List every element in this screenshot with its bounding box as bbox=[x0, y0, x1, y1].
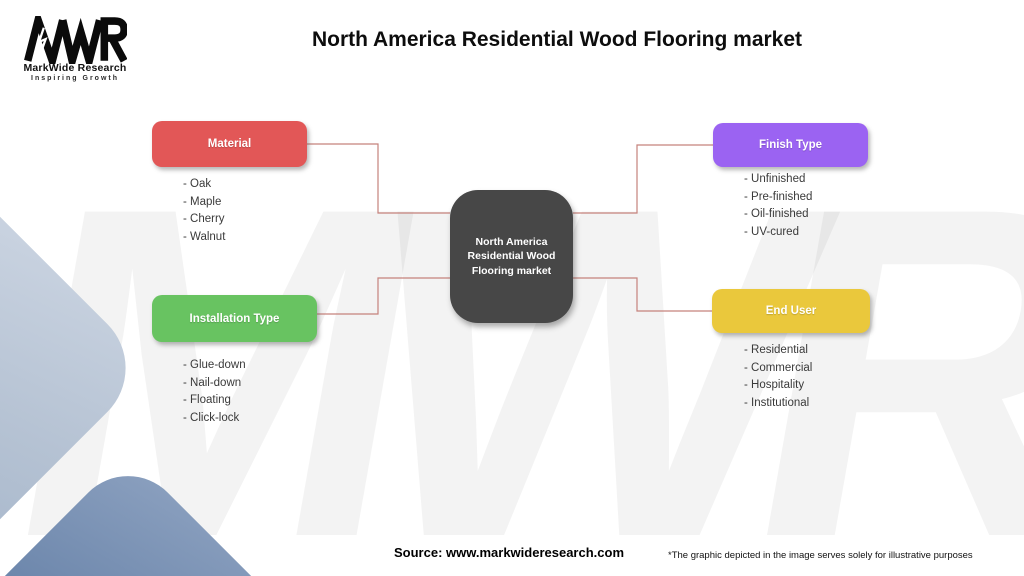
connector-end-user bbox=[573, 277, 712, 312]
connector-material bbox=[307, 143, 450, 214]
segment-list-item: - Pre-finished bbox=[744, 190, 813, 203]
segment-list-item: - Oak bbox=[183, 178, 212, 190]
disclaimer-text: *The graphic depicted in the image serve… bbox=[668, 550, 973, 561]
segment-label-finish-type: Finish Type bbox=[758, 139, 823, 151]
segment-list-material: - Oak - Maple - Cherry - Walnut bbox=[183, 176, 225, 246]
segment-list-item: - Unfinished bbox=[744, 173, 806, 185]
segment-list-item: - Commercial bbox=[744, 361, 813, 374]
markwide-research-logo: MarkWide Research Inspiring Growth bbox=[20, 16, 130, 82]
segment-list-item: - Institutional bbox=[744, 396, 810, 409]
segment-list-item: - Hospitality bbox=[744, 379, 805, 391]
segment-box-end-user: End User bbox=[712, 289, 870, 333]
mwr-logo-icon bbox=[24, 16, 127, 64]
segment-label-end-user: End User bbox=[765, 305, 817, 317]
segment-list-item: - Glue-down bbox=[183, 359, 246, 371]
segment-list-item: - Walnut bbox=[183, 230, 226, 243]
segment-list-item: - Click-lock bbox=[183, 411, 240, 424]
segment-list-finish-type: - Unfinished - Pre-finished - Oil-finished… bbox=[744, 171, 812, 241]
segment-list-item: - Residential bbox=[744, 344, 808, 356]
segment-list-item: - Floating bbox=[183, 394, 231, 406]
connector-finish-type bbox=[573, 144, 713, 214]
segment-list-item: - Nail-down bbox=[183, 376, 242, 389]
infographic-canvas: MWR MarkWide Research Inspiring Growth N… bbox=[0, 0, 1024, 576]
source-text: Source: www.markwideresearch.com bbox=[394, 545, 625, 560]
center-market-label: North America Residential Wood Flooring … bbox=[467, 236, 556, 277]
logo-tagline: Inspiring Growth bbox=[31, 75, 119, 82]
segment-list-end-user: - Residential - Commercial - Hospitality - … bbox=[744, 342, 812, 412]
logo-company-name: MarkWide Research bbox=[23, 62, 127, 74]
segment-list-item: - Maple bbox=[183, 195, 222, 208]
segment-box-finish-type: Finish Type bbox=[713, 123, 868, 167]
segment-list-item: - UV-cured bbox=[744, 225, 799, 238]
segment-list-installation-type: - Glue-down - Nail-down - Floating - Click-… bbox=[183, 357, 246, 427]
segment-label-installation-type: Installation Type bbox=[189, 312, 280, 325]
segment-label-material: Material bbox=[207, 138, 252, 150]
segment-list-item: - Oil-finished bbox=[744, 208, 809, 220]
segment-box-installation-type: Installation Type bbox=[152, 295, 317, 342]
segment-list-item: - Cherry bbox=[183, 213, 225, 225]
center-market-node: North America Residential Wood Flooring … bbox=[450, 190, 573, 323]
connector-installation-type bbox=[317, 277, 450, 315]
segment-box-material: Material bbox=[152, 121, 307, 167]
page-title: North America Residential Wood Flooring … bbox=[311, 28, 803, 51]
